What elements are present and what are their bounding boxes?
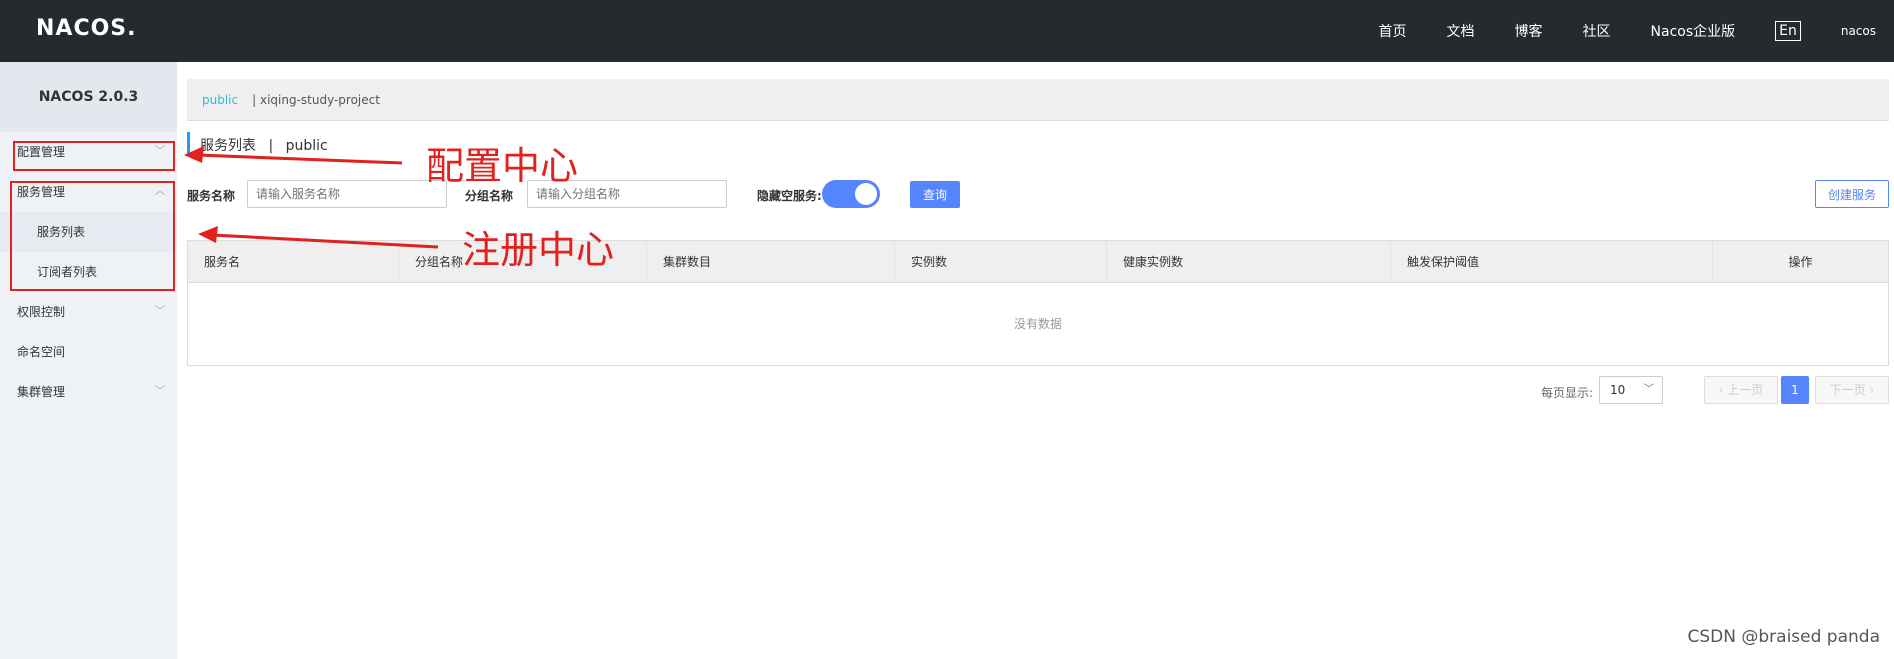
top-navbar: NACOS. 首页 文档 博客 社区 Nacos企业版 En nacos xyxy=(0,0,1894,62)
col-protect-threshold: 触发保护阈值 xyxy=(1391,241,1713,283)
chevron-down-icon: ﹀ xyxy=(1644,384,1654,395)
query-button[interactable]: 查询 xyxy=(910,181,960,208)
service-name-input[interactable] xyxy=(247,180,447,208)
nav-community[interactable]: 社区 xyxy=(1583,21,1611,41)
empty-message: 没有数据 xyxy=(1013,317,1062,331)
col-service-name: 服务名 xyxy=(188,241,399,283)
toggle-knob xyxy=(855,183,877,205)
annotation-box-config xyxy=(13,141,175,171)
hide-empty-toggle[interactable] xyxy=(822,180,880,208)
nacos-logo[interactable]: NACOS. xyxy=(36,16,137,41)
nav-blog[interactable]: 博客 xyxy=(1515,21,1543,41)
annotation-config-center: 配置中心 xyxy=(426,144,579,188)
annotation-box-registry xyxy=(10,181,175,291)
sidebar-item-namespace[interactable]: 命名空间 xyxy=(0,332,177,372)
sidebar-item-label: 命名空间 xyxy=(17,345,66,359)
create-service-button[interactable]: 创建服务 xyxy=(1815,180,1889,208)
prev-page-button[interactable]: ‹ 上一页 xyxy=(1704,376,1778,404)
per-page-select[interactable]: 10 ﹀ xyxy=(1599,376,1663,404)
chevron-down-icon: ﹀ xyxy=(155,386,165,397)
col-actions: 操作 xyxy=(1788,255,1813,269)
col-healthy-count: 健康实例数 xyxy=(1107,241,1391,283)
page-1-button[interactable]: 1 xyxy=(1781,376,1809,404)
nav-enterprise[interactable]: Nacos企业版 xyxy=(1651,21,1736,41)
language-switch[interactable]: En xyxy=(1775,21,1801,41)
sidebar-item-auth[interactable]: 权限控制 ﹀ xyxy=(0,292,177,332)
sidebar-title: NACOS 2.0.3 xyxy=(0,62,177,132)
chevron-down-icon: ﹀ xyxy=(155,306,165,317)
service-name-label: 服务名称 xyxy=(187,189,236,203)
namespace-public[interactable]: public xyxy=(202,93,238,107)
table-header: 服务名 分组名称 集群数目 实例数 健康实例数 触发保护阈值 操作 xyxy=(188,241,1888,283)
top-nav: 首页 文档 博客 社区 Nacos企业版 En nacos xyxy=(1379,0,1894,62)
sidebar-item-label: 权限控制 xyxy=(17,305,66,319)
col-instance-count: 实例数 xyxy=(895,241,1107,283)
per-page-label: 每页显示: xyxy=(1540,386,1593,400)
watermark: CSDN @braised panda xyxy=(1687,627,1881,647)
sidebar-item-label: 集群管理 xyxy=(17,385,66,399)
sidebar-item-cluster[interactable]: 集群管理 ﹀ xyxy=(0,372,177,412)
nav-home[interactable]: 首页 xyxy=(1379,21,1407,41)
next-page-button[interactable]: 下一页 › xyxy=(1815,376,1889,404)
annotation-registry-center: 注册中心 xyxy=(462,228,615,272)
namespace-xiqing[interactable]: | xiqing-study-project xyxy=(252,93,380,107)
col-cluster-count: 集群数目 xyxy=(647,241,895,283)
pagination: 每页显示: 10 ﹀ ‹ 上一页 1 下一页 › xyxy=(187,376,1889,406)
hide-empty-label: 隐藏空服务: xyxy=(757,189,822,203)
page-title: 服务列表 | public xyxy=(187,132,328,156)
namespace-bar: public | xiqing-study-project xyxy=(187,79,1889,121)
service-table: 服务名 分组名称 集群数目 实例数 健康实例数 触发保护阈值 操作 没有数据 xyxy=(187,240,1889,366)
user-name[interactable]: nacos xyxy=(1841,24,1876,38)
nav-docs[interactable]: 文档 xyxy=(1447,21,1475,41)
